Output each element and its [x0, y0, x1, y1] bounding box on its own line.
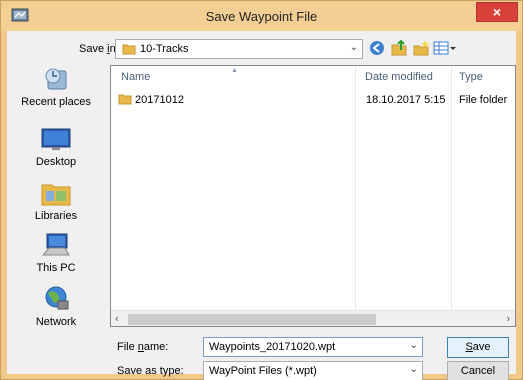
place-label: Recent places [21, 96, 91, 108]
file-type-cell: File folder [459, 94, 508, 106]
folder-icon [118, 94, 132, 105]
close-button[interactable]: × [476, 2, 518, 22]
chevron-down-icon[interactable]: ⌄ [410, 340, 418, 351]
title-bar[interactable]: Save Waypoint File × [1, 1, 522, 31]
save-in-dropdown[interactable]: 10-Tracks ⌄ [115, 39, 363, 59]
scrollbar-thumb[interactable] [128, 314, 376, 325]
file-name-cell: 20171012 [135, 94, 184, 106]
place-recent-places[interactable]: Recent places [7, 65, 105, 121]
new-folder-icon[interactable] [412, 39, 430, 57]
file-date-cell: 18.10.2017 5:15 [366, 94, 446, 106]
libraries-icon [41, 184, 71, 206]
column-header-date[interactable]: Date modified [359, 66, 451, 90]
horizontal-scrollbar[interactable]: ‹ › [111, 310, 515, 326]
place-libraries[interactable]: Libraries [7, 179, 105, 235]
chevron-down-icon: ⌄ [349, 42, 358, 53]
file-name-label: File name: [117, 341, 169, 353]
place-network[interactable]: Network [7, 285, 105, 341]
places-bar: Recent places Desktop Libraries This PC … [7, 65, 105, 330]
column-header-type[interactable]: Type [453, 66, 515, 90]
file-name-value: Waypoints_20171020.wpt [209, 341, 336, 353]
desktop-icon [41, 128, 71, 150]
scroll-left-icon[interactable]: ‹ [115, 313, 119, 325]
chevron-down-icon: ⌄ [409, 364, 418, 375]
dialog-client-area: Save in: 10-Tracks ⌄ [7, 31, 516, 380]
place-label: Desktop [35, 156, 77, 168]
cancel-button[interactable]: Cancel [447, 361, 509, 380]
scroll-right-icon[interactable]: › [506, 313, 510, 325]
folder-icon [122, 44, 136, 55]
place-this-pc[interactable]: This PC [7, 231, 105, 287]
place-desktop[interactable]: Desktop [7, 125, 105, 181]
place-label: Libraries [34, 210, 78, 222]
window-title: Save Waypoint File [205, 9, 318, 24]
save-dialog-window: Save Waypoint File × Save in: 10-Tracks … [0, 0, 523, 380]
recent-places-icon [45, 68, 67, 90]
back-icon[interactable] [368, 39, 386, 57]
save-button[interactable]: Save [447, 337, 509, 358]
file-list[interactable]: Name ▲ Date modified Type 20171012 18.10… [110, 65, 516, 327]
save-as-type-dropdown[interactable]: WayPoint Files (*.wpt) ⌄ [203, 361, 423, 380]
save-as-type-label: Save as type: [117, 365, 184, 377]
save-as-type-value: WayPoint Files (*.wpt) [209, 365, 317, 377]
save-in-label: Save in: [79, 43, 119, 55]
this-pc-icon [41, 233, 70, 256]
network-icon [45, 286, 69, 310]
place-label: Network [35, 316, 77, 328]
list-item[interactable]: 20171012 18.10.2017 5:15 File folder [111, 91, 515, 109]
sort-ascending-icon: ▲ [231, 67, 238, 74]
file-name-input[interactable]: Waypoints_20171020.wpt ⌄ [203, 337, 423, 357]
place-label: This PC [36, 262, 76, 274]
view-menu-icon[interactable] [433, 39, 457, 57]
up-folder-icon[interactable] [390, 39, 408, 57]
save-in-value: 10-Tracks [140, 43, 189, 55]
